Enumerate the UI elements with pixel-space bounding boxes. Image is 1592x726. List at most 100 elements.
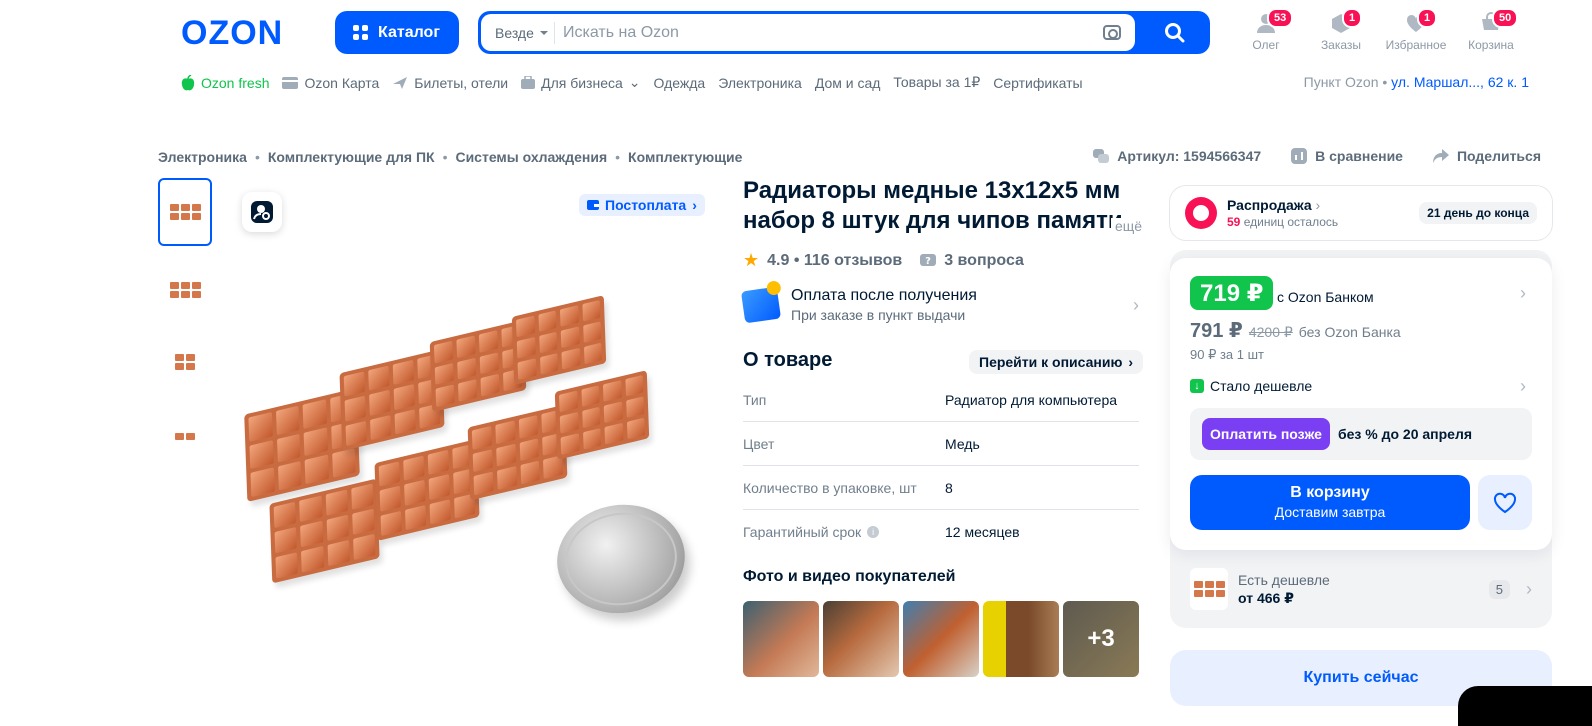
camera-icon[interactable] [1103, 25, 1121, 40]
with-bank-label: с Ozon Банком [1277, 289, 1374, 305]
product-title: Радиаторы медные 13х12х5 мм набор 8 штук… [743, 177, 1123, 234]
header-favorites[interactable]: 1 Избранное [1384, 8, 1448, 52]
header-profile[interactable]: 53 Олег [1234, 8, 1298, 52]
chevron-right-icon[interactable]: › [1520, 376, 1526, 397]
card-icon [282, 76, 299, 89]
search-input[interactable] [563, 18, 1083, 47]
customer-photos-title: Фото и видео покупателей [743, 568, 956, 585]
nav-item-certificates[interactable]: Сертификаты [993, 75, 1082, 91]
spec-row: Цвет Медь [743, 422, 1139, 466]
article-number[interactable]: Артикул: 1594566347 [1093, 148, 1261, 164]
title-more-link[interactable]: ещё [1111, 218, 1143, 234]
gallery-thumbnail[interactable] [158, 178, 212, 246]
heatsink [467, 404, 568, 501]
info-icon[interactable]: i [867, 526, 880, 538]
question-bubble-icon: ? [920, 253, 937, 267]
catalog-button[interactable]: Каталог [335, 11, 459, 54]
gallery-thumbnail[interactable] [158, 402, 212, 470]
nav-item-ozon-fresh[interactable]: Ozon fresh [181, 74, 269, 91]
heatsink [554, 370, 650, 460]
pickup-point[interactable]: Пункт Ozon • ул. Маршал..., 62 к. 1 [1304, 74, 1529, 90]
heart-icon [1493, 492, 1517, 513]
spec-row: Тип Радиатор для компьютера [743, 378, 1139, 422]
questions-link[interactable]: 3 вопроса [944, 252, 1024, 270]
compare-button[interactable]: В сравнение [1291, 148, 1403, 164]
apple-icon [181, 74, 195, 90]
nav-item-goods-1rub[interactable]: Товары за 1₽ [893, 74, 980, 91]
go-to-description-button[interactable]: Перейти к описанию › [969, 350, 1144, 374]
breadcrumb-item[interactable]: Системы охлаждения [455, 149, 607, 165]
favorite-button[interactable] [1478, 475, 1532, 530]
customer-photo[interactable] [743, 601, 819, 677]
cheaper-offers[interactable]: Есть дешевле от 466 ₽ 5 › [1190, 566, 1532, 612]
search-bar: Везде [478, 11, 1210, 54]
about-title: О товаре [743, 349, 833, 371]
floating-widget[interactable] [1458, 686, 1592, 726]
became-cheaper[interactable]: ↓ Стало дешевле [1190, 378, 1312, 394]
customer-photos-more[interactable]: +3 [1063, 601, 1139, 677]
cheaper-price: от 466 ₽ [1238, 589, 1294, 606]
gallery-thumbnail[interactable] [158, 328, 212, 396]
specs-table: Тип Радиатор для компьютера Цвет Медь Коли… [743, 378, 1139, 554]
nav-item-ozon-card[interactable]: Ozon Карта [282, 75, 379, 91]
pay-later-block: Оплатить позже без % до 20 апреля [1190, 408, 1532, 460]
breadcrumb-item[interactable]: Комплектующие [628, 149, 742, 165]
search-button[interactable] [1142, 11, 1208, 54]
sale-icon [1185, 197, 1217, 229]
arrow-down-icon: ↓ [1190, 379, 1204, 393]
gallery-thumbnail[interactable] [158, 256, 212, 324]
catalog-label: Каталог [378, 23, 440, 41]
customer-photo[interactable] [983, 601, 1059, 677]
customer-photo[interactable] [903, 601, 979, 677]
payment-subtitle: При заказе в пункт выдачи [791, 307, 966, 323]
rating-reviews-link[interactable]: 4.9 • 116 отзывов [767, 252, 902, 270]
heatsink [511, 295, 607, 385]
box-icon: 1 [1330, 8, 1363, 34]
sale-left-count: 59 [1227, 215, 1241, 229]
header-orders[interactable]: 1 Заказы [1309, 8, 1373, 52]
customer-photo[interactable] [823, 601, 899, 677]
share-button[interactable]: Поделиться [1432, 148, 1541, 164]
price-with-bank[interactable]: 719 ₽ [1190, 276, 1274, 310]
chevron-right-icon[interactable]: › [1520, 283, 1526, 304]
orders-badge: 1 [1342, 8, 1363, 28]
nav-item-tickets[interactable]: Билеты, отели [392, 75, 508, 91]
add-to-cart-button[interactable]: В корзину Доставим завтра [1190, 475, 1470, 530]
cheaper-offer-thumbnail [1190, 568, 1228, 610]
pay-later-text: без % до 20 апреля [1337, 426, 1473, 442]
spec-row: Гарантийный срок i 12 месяцев [743, 524, 1020, 540]
visual-search-button[interactable] [242, 192, 282, 232]
pickup-address: ул. Маршал..., 62 к. 1 [1391, 74, 1529, 90]
header-cart[interactable]: 50 Корзина [1459, 8, 1523, 52]
breadcrumb-item[interactable]: Комплектующие для ПК [268, 149, 435, 165]
chevron-down-icon: ⌄ [628, 74, 641, 90]
payment-after-receipt[interactable]: Оплата после получения При заказе в пунк… [740, 282, 1139, 328]
nav-item-business[interactable]: Для бизнеса ⌄ [521, 74, 641, 91]
heatsink [339, 349, 445, 451]
old-price: 4200 ₽ [1248, 324, 1293, 340]
product-main-image[interactable] [232, 250, 722, 670]
breadcrumb: Электроника • Комплектующие для ПК • Систе… [158, 149, 743, 165]
postpay-tag[interactable]: Постоплата › [579, 194, 705, 216]
sale-title: Распродажа [1227, 197, 1312, 213]
nav-item-home-garden[interactable]: Дом и сад [815, 75, 881, 91]
nav-item-clothes[interactable]: Одежда [654, 75, 706, 91]
chevron-right-icon: › [1526, 578, 1532, 599]
chevron-right-icon: › [1128, 354, 1134, 370]
search-scope-dropdown[interactable]: Везде [489, 22, 555, 44]
profile-badge: 53 [1267, 8, 1294, 28]
share-icon [1432, 149, 1449, 163]
ozon-logo[interactable]: OZON [181, 14, 283, 53]
chevron-right-icon: › [1133, 294, 1139, 315]
chevron-right-icon: › [692, 197, 697, 213]
breadcrumb-item[interactable]: Электроника [158, 149, 247, 165]
briefcase-icon [521, 75, 536, 89]
spec-row: Количество в упаковке, шт 8 [743, 466, 1139, 510]
chevron-right-icon: › [1315, 197, 1321, 213]
sale-banner[interactable]: Распродажа › 59 единиц осталось 21 день … [1170, 186, 1552, 240]
pay-later-button[interactable]: Оплатить позже [1202, 418, 1330, 450]
nav-item-electronics[interactable]: Электроника [718, 75, 802, 91]
svg-text:?: ? [925, 256, 931, 267]
user-icon: 53 [1255, 8, 1294, 34]
compare-icon [1291, 148, 1308, 164]
